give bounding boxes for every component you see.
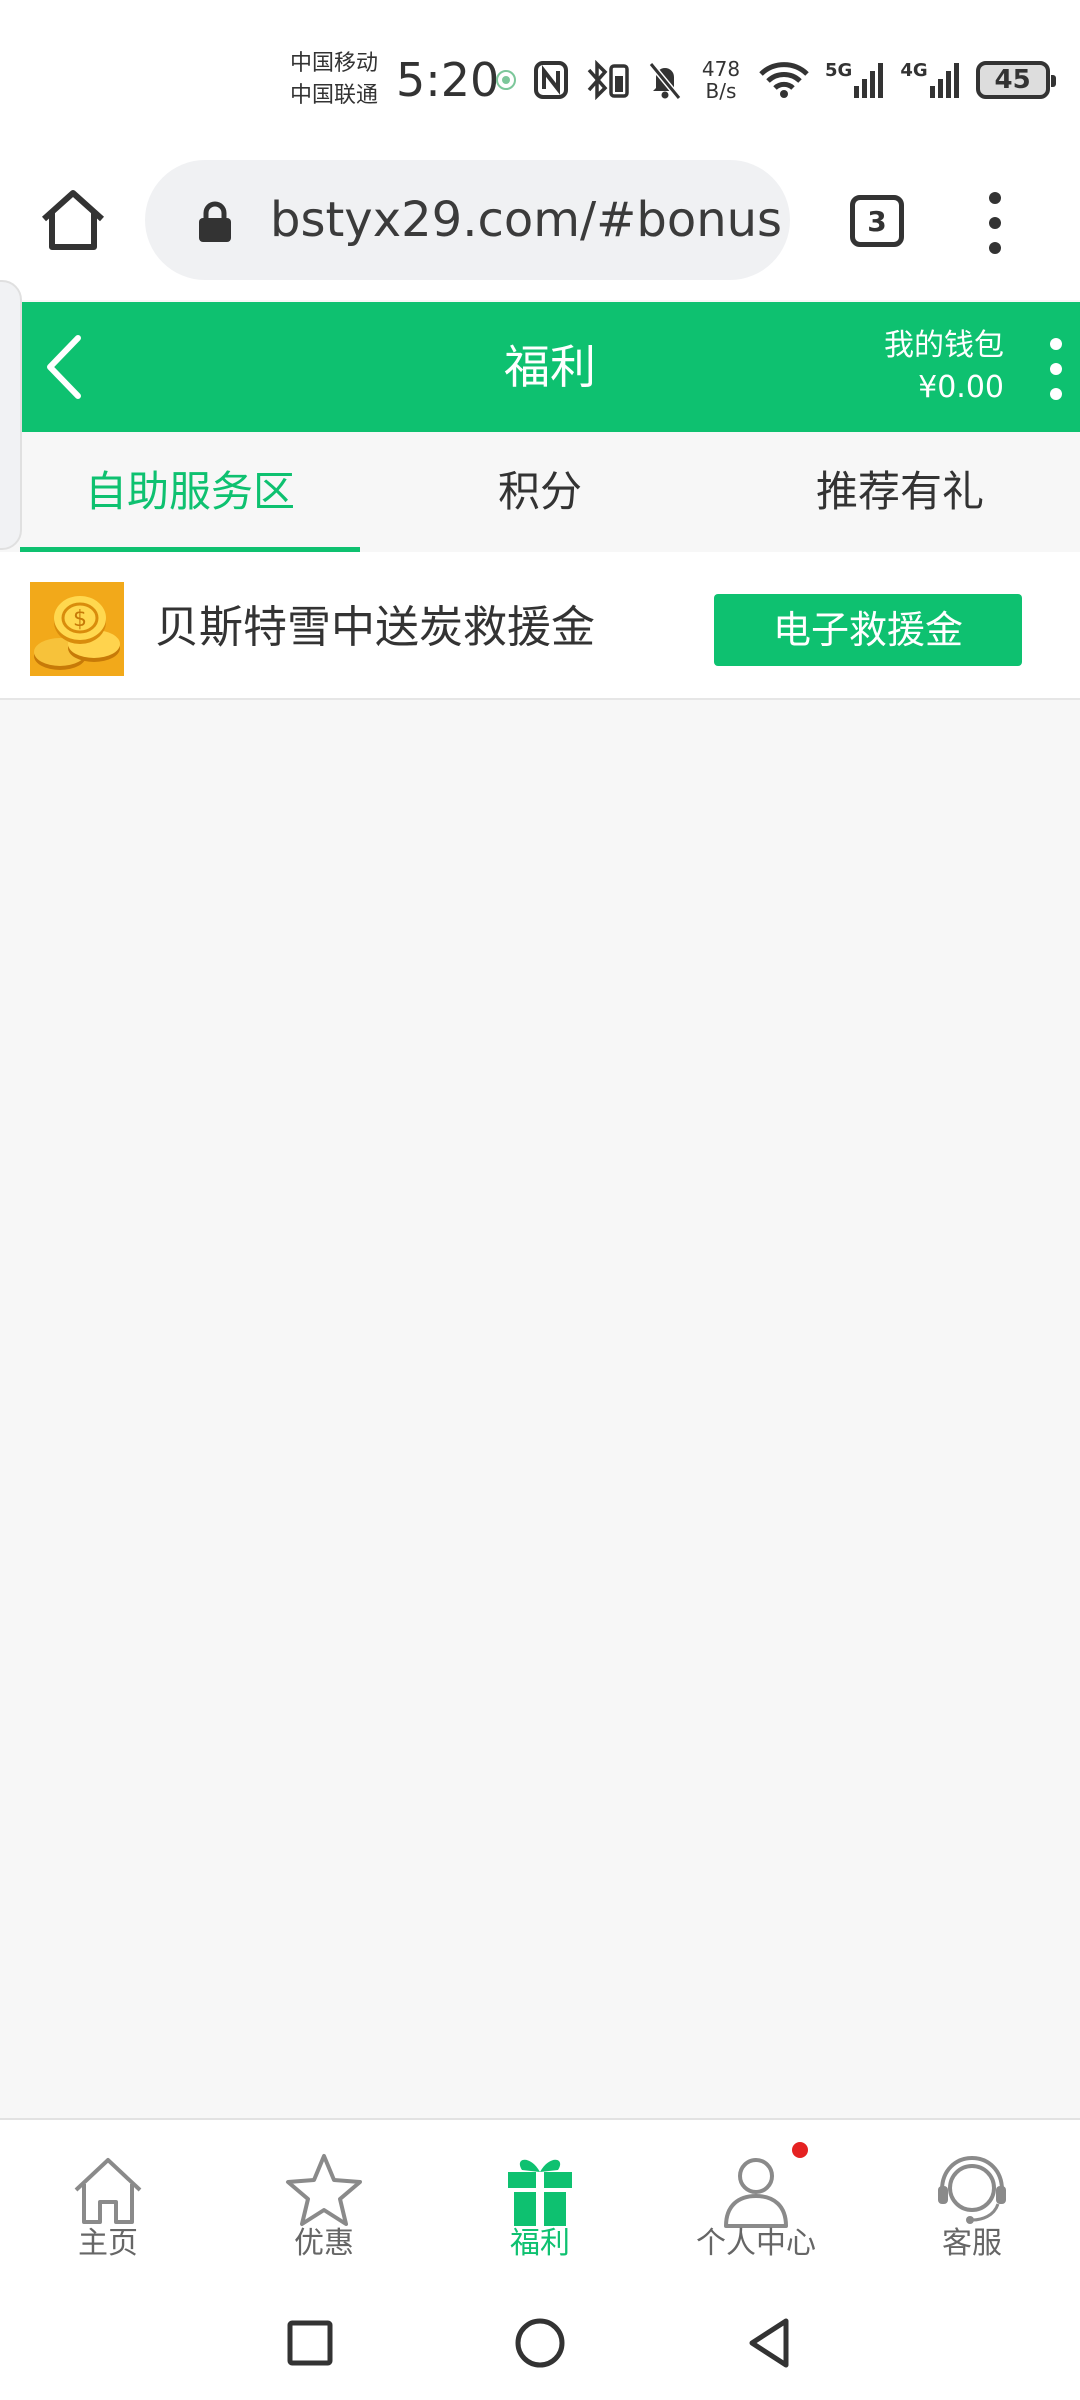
bottom-nav: 主页 优惠 福利 个人中心 客服 — [0, 2118, 1080, 2283]
signal-5g-label: 5G — [825, 60, 853, 81]
tab-count: 3 — [867, 204, 887, 238]
signal-bars-icon — [854, 63, 884, 98]
home-circle-icon[interactable] — [510, 2313, 570, 2373]
bluetooth-battery-icon — [587, 60, 629, 100]
user-icon — [724, 2158, 788, 2228]
gift-icon — [508, 2159, 572, 2226]
carrier-2: 中国联通 — [290, 83, 379, 108]
recent-apps-icon[interactable] — [280, 2313, 340, 2373]
lock-icon — [199, 201, 231, 242]
nav-home[interactable]: 主页 — [0, 2120, 216, 2285]
rescue-fund-button[interactable]: 电子救援金 — [714, 594, 1022, 666]
tab-switcher-button[interactable]: 3 — [850, 195, 904, 247]
net-speed: 478 B/s — [699, 58, 743, 102]
bonus-tabs: 自助服务区 积分 推荐有礼 — [20, 432, 1080, 552]
app-header: 福利 我的钱包 ¥0.00 — [20, 302, 1080, 432]
address-bar[interactable]: bstyx29.com/#bonus — [145, 160, 790, 280]
signal-5g: 5G — [825, 62, 884, 98]
tab-referral[interactable]: 推荐有礼 — [720, 432, 1080, 552]
notification-dot — [792, 2142, 808, 2158]
battery-level: 45 — [994, 65, 1031, 95]
side-drawer-handle[interactable] — [0, 280, 22, 550]
record-icon — [496, 70, 516, 90]
nav-label: 福利 — [510, 2226, 570, 2261]
svg-text:$: $ — [73, 607, 87, 632]
clock: 5:20 — [396, 53, 500, 107]
tab-label: 推荐有礼 — [815, 467, 984, 516]
mute-bell-icon — [648, 62, 682, 100]
bonus-title: 贝斯特雪中送炭救援金 — [155, 602, 595, 653]
signal-4g: 4G — [900, 62, 959, 98]
net-speed-value: 478 — [701, 57, 741, 81]
carrier-1: 中国移动 — [290, 51, 379, 76]
signal-4g-label: 4G — [900, 60, 928, 81]
wifi-icon — [759, 62, 809, 98]
status-bar: 中国移动 中国联通 5:20 478 B/s 5G 4G 45 — [0, 0, 1080, 150]
nav-customer-service[interactable]: 客服 — [864, 2120, 1080, 2285]
signal-bars-icon — [929, 63, 959, 98]
status-icons: 478 B/s 5G 4G 45 — [495, 55, 1056, 105]
net-speed-unit: B/s — [705, 79, 737, 103]
battery-icon: 45 — [975, 61, 1056, 99]
home-icon[interactable] — [38, 187, 108, 253]
tab-self-service[interactable]: 自助服务区 — [20, 432, 360, 552]
wallet-balance[interactable]: ¥0.00 — [918, 368, 1004, 408]
nav-promotions[interactable]: 优惠 — [216, 2120, 432, 2285]
list-item: $ 贝斯特雪中送炭救援金 电子救援金 — [0, 552, 1080, 700]
system-navigation-bar — [0, 2283, 1080, 2400]
back-triangle-icon[interactable] — [740, 2313, 800, 2373]
browser-toolbar: bstyx29.com/#bonus 3 — [0, 150, 1080, 300]
nav-label: 个人中心 — [696, 2226, 816, 2261]
tab-points[interactable]: 积分 — [360, 432, 720, 552]
carrier-info: 中国移动 中国联通 — [290, 48, 390, 112]
nav-bonus[interactable]: 福利 — [432, 2120, 648, 2285]
nav-label: 优惠 — [294, 2226, 354, 2261]
headset-icon — [938, 2155, 1006, 2224]
tab-label: 积分 — [497, 467, 582, 516]
home-icon — [74, 2158, 142, 2224]
nav-label: 客服 — [942, 2226, 1002, 2261]
more-menu-icon[interactable] — [1046, 334, 1066, 404]
browser-menu-icon[interactable] — [980, 188, 1010, 258]
nfc-icon — [534, 61, 568, 99]
nav-profile[interactable]: 个人中心 — [648, 2120, 864, 2285]
url-text[interactable]: bstyx29.com/#bonus — [270, 190, 782, 250]
page: 中国移动 中国联通 5:20 478 B/s 5G 4G 45 bstyx29.… — [0, 0, 1080, 2400]
nav-label: 主页 — [78, 2226, 138, 2261]
gold-coins-icon: $ — [30, 582, 124, 676]
star-icon — [286, 2154, 362, 2226]
tab-label: 自助服务区 — [84, 467, 295, 516]
wallet-label[interactable]: 我的钱包 — [884, 326, 1004, 366]
